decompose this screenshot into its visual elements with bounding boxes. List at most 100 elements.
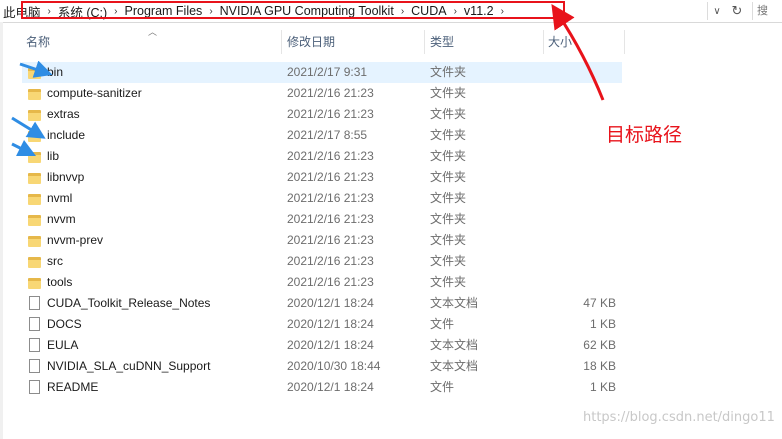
breadcrumb-separator-icon[interactable]: ›: [450, 6, 461, 17]
breadcrumb-item[interactable]: v11.2: [461, 4, 497, 18]
list-item[interactable]: NVIDIA_SLA_cuDNN_Support 2020/10/30 18:44…: [22, 356, 622, 377]
cell-name: extras: [47, 107, 80, 121]
breadcrumb-separator-icon[interactable]: ›: [205, 6, 216, 17]
folder-icon: [28, 278, 41, 289]
cell-size: 1 KB: [589, 317, 616, 331]
cell-type: 文件夹: [430, 191, 467, 205]
list-item[interactable]: include 2021/2/17 8:55 文件夹: [22, 125, 622, 146]
cell-date: 2021/2/16 21:23: [287, 170, 374, 184]
cell-name: compute-sanitizer: [47, 86, 142, 100]
cell-type: 文件夹: [430, 233, 467, 247]
column-divider[interactable]: [424, 30, 425, 54]
text-file-icon: [29, 359, 40, 373]
column-header-type[interactable]: 类型: [430, 30, 454, 54]
cell-name: nvvm: [47, 212, 76, 226]
breadcrumb-separator-icon[interactable]: ›: [497, 6, 508, 17]
cell-name: lib: [47, 149, 60, 163]
list-item[interactable]: compute-sanitizer 2021/2/16 21:23 文件夹: [22, 83, 622, 104]
folder-icon: [28, 257, 41, 268]
breadcrumb-item[interactable]: Program Files: [122, 4, 206, 18]
breadcrumb-item[interactable]: CUDA: [408, 4, 449, 18]
file-icon: [29, 380, 40, 394]
column-header-size[interactable]: 大小: [548, 30, 572, 54]
cell-type: 文件夹: [430, 170, 467, 184]
address-dropdown-button[interactable]: ∨: [707, 2, 726, 20]
search-input[interactable]: 搜: [752, 2, 782, 20]
cell-name: src: [47, 254, 63, 268]
cell-size: 47 KB: [583, 296, 616, 310]
cell-name: README: [47, 380, 99, 394]
cell-date: 2021/2/16 21:23: [287, 233, 374, 247]
cell-size: 18 KB: [583, 359, 616, 373]
address-bar[interactable]: 此电脑 › 系统 (C:) › Program Files › NVIDIA GPU Com…: [0, 0, 782, 23]
cell-type: 文件夹: [430, 65, 467, 79]
folder-icon: [28, 215, 41, 226]
cell-type: 文本文档: [430, 296, 479, 310]
list-item[interactable]: src 2021/2/16 21:23 文件夹: [22, 251, 622, 272]
list-item[interactable]: lib 2021/2/16 21:23 文件夹: [22, 146, 622, 167]
breadcrumb-separator-icon[interactable]: ›: [44, 6, 55, 17]
breadcrumb-separator-icon[interactable]: ›: [110, 6, 121, 17]
list-item[interactable]: nvvm 2021/2/16 21:23 文件夹: [22, 209, 622, 230]
folder-icon: [28, 173, 41, 184]
list-item[interactable]: CUDA_Toolkit_Release_Notes 2020/12/1 18:2…: [22, 293, 622, 314]
folder-icon: [28, 236, 41, 247]
cell-name: EULA: [47, 338, 79, 352]
cell-type: 文件: [430, 317, 455, 331]
column-header-name[interactable]: 名称: [26, 30, 50, 54]
navigation-pane-edge: [0, 22, 3, 439]
column-divider[interactable]: [281, 30, 282, 54]
cell-date: 2021/2/17 8:55: [287, 128, 368, 142]
breadcrumb-item[interactable]: NVIDIA GPU Computing Toolkit: [217, 4, 397, 18]
column-divider[interactable]: [543, 30, 544, 54]
cell-date: 2021/2/16 21:23: [287, 107, 374, 121]
cell-type: 文本文档: [430, 359, 479, 373]
cell-type: 文件夹: [430, 128, 467, 142]
cell-type: 文件: [430, 380, 455, 394]
text-file-icon: [29, 338, 40, 352]
breadcrumb[interactable]: 此电脑 › 系统 (C:) › Program Files › NVIDIA GPU Com…: [0, 0, 508, 22]
cell-date: 2021/2/16 21:23: [287, 191, 374, 205]
folder-icon: [28, 152, 41, 163]
list-item[interactable]: tools 2021/2/16 21:23 文件夹: [22, 272, 622, 293]
cell-date: 2020/12/1 18:24: [287, 296, 374, 310]
cell-name: CUDA_Toolkit_Release_Notes: [47, 296, 211, 310]
cell-date: 2021/2/17 9:31: [287, 65, 368, 79]
cell-date: 2020/12/1 18:24: [287, 317, 374, 331]
list-item[interactable]: libnvvp 2021/2/16 21:23 文件夹: [22, 167, 622, 188]
breadcrumb-item[interactable]: 系统 (C:): [55, 2, 110, 21]
folder-icon: [28, 89, 41, 100]
cell-name: libnvvp: [47, 170, 85, 184]
list-item[interactable]: README 2020/12/1 18:24 文件 1 KB: [22, 377, 622, 398]
breadcrumb-separator-icon[interactable]: ›: [397, 6, 408, 17]
text-file-icon: [29, 296, 40, 310]
folder-icon: [28, 194, 41, 205]
cell-date: 2021/2/16 21:23: [287, 254, 374, 268]
list-item[interactable]: nvml 2021/2/16 21:23 文件夹: [22, 188, 622, 209]
cell-date: 2020/12/1 18:24: [287, 380, 374, 394]
folder-icon: [28, 131, 41, 142]
list-item[interactable]: nvvm-prev 2021/2/16 21:23 文件夹: [22, 230, 622, 251]
breadcrumb-item[interactable]: 此电脑: [0, 2, 44, 21]
cell-date: 2020/12/1 18:24: [287, 338, 374, 352]
cell-date: 2021/2/16 21:23: [287, 149, 374, 163]
cell-size: 62 KB: [583, 338, 616, 352]
cell-type: 文件夹: [430, 254, 467, 268]
folder-icon: [28, 68, 41, 79]
sort-ascending-icon: ︿: [148, 27, 158, 37]
cell-type: 文件夹: [430, 107, 467, 121]
list-item[interactable]: bin 2021/2/17 9:31 文件夹: [22, 62, 622, 83]
folder-icon: [28, 110, 41, 121]
cell-name: DOCS: [47, 317, 82, 331]
refresh-button[interactable]: ↻: [728, 2, 746, 20]
cell-date: 2020/10/30 18:44: [287, 359, 381, 373]
list-item[interactable]: DOCS 2020/12/1 18:24 文件 1 KB: [22, 314, 622, 335]
cell-name: nvml: [47, 191, 73, 205]
list-item[interactable]: extras 2021/2/16 21:23 文件夹: [22, 104, 622, 125]
cell-type: 文件夹: [430, 86, 467, 100]
column-header-date[interactable]: 修改日期: [287, 30, 335, 54]
cell-name: tools: [47, 275, 73, 289]
column-divider[interactable]: [624, 30, 625, 54]
list-item[interactable]: EULA 2020/12/1 18:24 文本文档 62 KB: [22, 335, 622, 356]
cell-name: include: [47, 128, 86, 142]
